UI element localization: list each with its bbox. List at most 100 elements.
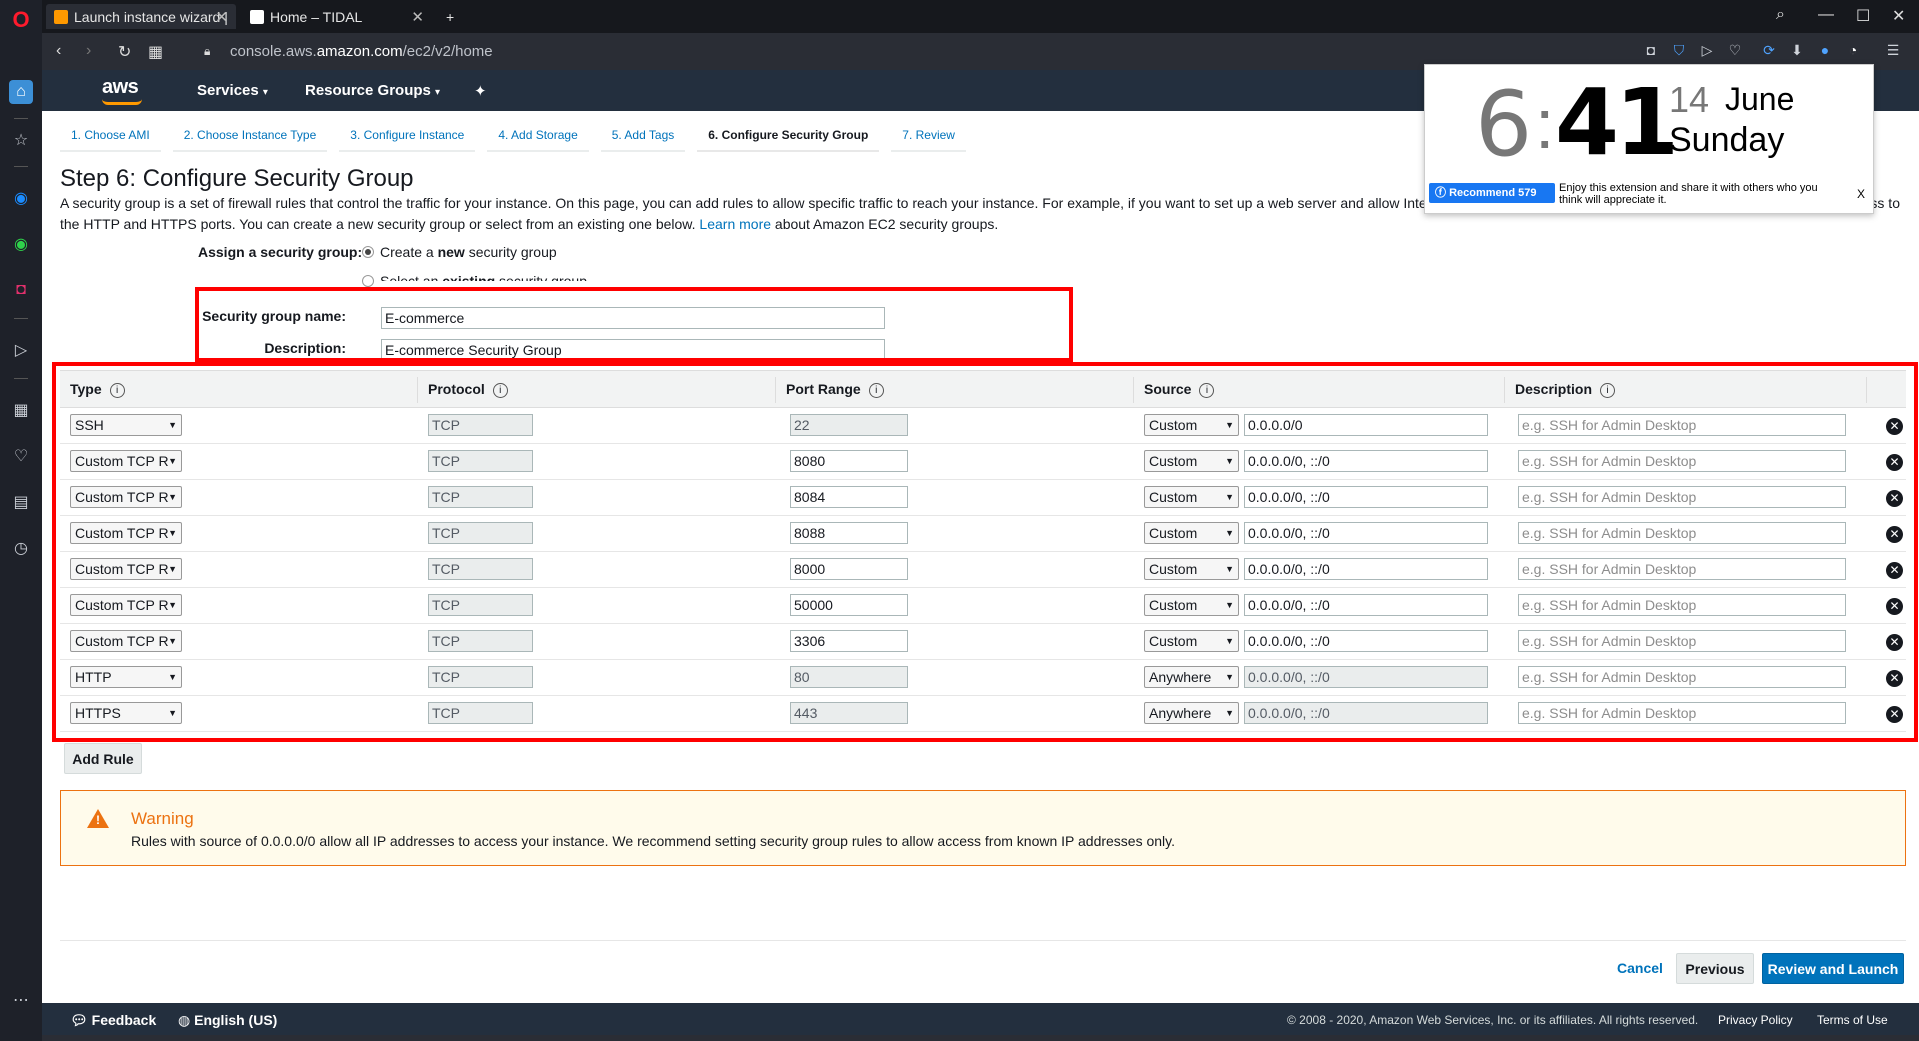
- shield-icon[interactable]: ⛉: [1670, 42, 1688, 60]
- step-configure-security-group[interactable]: 6. Configure Security Group: [697, 122, 880, 152]
- apps-icon[interactable]: ▦: [9, 398, 33, 422]
- browser-sidebar: O ⌂ ☆ ◉ ◉ ◘ ▷ ▦ ♡ ▤ ◷ ⋯: [0, 0, 42, 1041]
- actions-divider: [60, 940, 1906, 941]
- history-icon[interactable]: ◷: [9, 536, 33, 560]
- sidebar-divider: [14, 318, 28, 319]
- learn-more-link[interactable]: Learn more: [699, 216, 771, 232]
- tabs-grid-icon[interactable]: ▦: [148, 42, 163, 62]
- warning-alert: ! Warning Rules with source of 0.0.0.0/0…: [60, 790, 1906, 866]
- back-icon[interactable]: ‹: [56, 42, 61, 60]
- highlight-box-group: [195, 287, 1073, 362]
- home-icon[interactable]: ⌂: [9, 80, 33, 104]
- lock-icon: 🔒︎: [204, 44, 211, 58]
- telegram-icon[interactable]: ●: [1816, 42, 1834, 60]
- url-path: /ec2/v2/home: [402, 43, 493, 60]
- language-selector[interactable]: ◍ English (US): [178, 1012, 277, 1029]
- news-icon[interactable]: ▤: [9, 490, 33, 514]
- opera-logo-icon[interactable]: O: [9, 7, 33, 32]
- privacy-policy-link[interactable]: Privacy Policy: [1718, 1013, 1793, 1027]
- tab-title: Home – TIDAL: [270, 8, 363, 25]
- assign-security-group-label: Assign a security group:: [198, 244, 363, 260]
- clock-month: June: [1725, 81, 1795, 117]
- step-add-tags[interactable]: 5. Add Tags: [600, 122, 686, 152]
- warning-icon: !: [87, 809, 109, 828]
- highlight-box-rules: [52, 362, 1918, 742]
- extension-promo-text: Enjoy this extension and share it with o…: [1559, 182, 1818, 206]
- close-tab-icon[interactable]: ✕: [411, 8, 424, 26]
- minimize-icon[interactable]: —: [1818, 6, 1834, 24]
- chevron-down-icon: ▾: [435, 87, 441, 98]
- clock-extension-icon[interactable]: ◔: [1844, 42, 1862, 60]
- warning-title: Warning: [131, 809, 194, 828]
- clock-extension-popup: 6 : 41 14 June Sunday ⓕ Recommend 579 En…: [1424, 64, 1874, 214]
- intro-line-3: about Amazon EC2 security groups.: [774, 216, 999, 232]
- copyright-text: © 2008 - 2020, Amazon Web Services, Inc.…: [1287, 1013, 1699, 1027]
- feedback-label: Feedback: [91, 1012, 157, 1028]
- services-menu[interactable]: Services ▾: [197, 82, 268, 99]
- heart-icon[interactable]: ♡: [9, 444, 33, 468]
- clock-weekday: Sunday: [1669, 121, 1785, 159]
- reload-icon[interactable]: ↻: [118, 42, 131, 62]
- radio-create-new[interactable]: [362, 246, 374, 258]
- terms-of-use-link[interactable]: Terms of Use: [1817, 1013, 1888, 1027]
- more-icon[interactable]: ⋯: [9, 988, 33, 1012]
- step-add-storage[interactable]: 4. Add Storage: [487, 122, 589, 152]
- pin-icon[interactable]: ✦: [474, 82, 487, 100]
- search-tabs-icon[interactable]: ⌕: [1776, 6, 1785, 24]
- services-label: Services: [197, 82, 259, 99]
- cancel-button[interactable]: Cancel: [1610, 953, 1670, 984]
- step-choose-instance-type[interactable]: 2. Choose Instance Type: [172, 122, 328, 152]
- clock-minute: 41: [1555, 69, 1679, 176]
- maximize-icon[interactable]: ☐: [1856, 6, 1870, 26]
- intro-line-2: the HTTP and HTTPS ports. You can create…: [60, 216, 696, 232]
- recommend-label: Recommend 579: [1449, 187, 1537, 199]
- forward-icon[interactable]: ›: [86, 42, 91, 60]
- close-popup-icon[interactable]: X: [1857, 187, 1865, 201]
- aws-logo[interactable]: aws: [102, 76, 139, 99]
- download-icon[interactable]: ⬇: [1788, 42, 1806, 60]
- tidal-favicon-icon: [250, 9, 264, 24]
- tab-launch-instance[interactable]: Launch instance wizard | ✕: [46, 4, 236, 29]
- previous-button[interactable]: Previous: [1676, 953, 1754, 984]
- aws-smile-icon: [102, 99, 142, 105]
- sync-icon[interactable]: ⟳: [1760, 42, 1778, 60]
- intro-line-1-end: ss to: [1870, 195, 1900, 211]
- page-title: Step 6: Configure Security Group: [60, 165, 414, 192]
- close-tab-icon[interactable]: ✕: [215, 8, 228, 26]
- review-and-launch-button[interactable]: Review and Launch: [1762, 953, 1904, 984]
- sidebar-divider: [14, 166, 28, 167]
- menu-icon[interactable]: ☰: [1884, 42, 1902, 60]
- clock-colon: :: [1535, 85, 1555, 163]
- speech-bubble-icon: 💬︎: [70, 1012, 88, 1028]
- radio-create-new-label[interactable]: Create a new security group: [380, 244, 557, 260]
- aws-footer: 💬︎ Feedback ◍ English (US) © 2008 - 2020…: [42, 1003, 1919, 1035]
- step-configure-instance[interactable]: 3. Configure Instance: [339, 122, 476, 152]
- star-icon[interactable]: ☆: [9, 128, 33, 152]
- step-review[interactable]: 7. Review: [891, 122, 966, 152]
- chevron-down-icon: ▾: [262, 87, 268, 98]
- globe-icon: ◍: [178, 1012, 191, 1028]
- add-rule-button[interactable]: Add Rule: [64, 743, 142, 774]
- intro-line-1: A security group is a set of firewall ru…: [60, 195, 1427, 211]
- messenger-icon[interactable]: ◉: [9, 186, 33, 210]
- resource-groups-menu[interactable]: Resource Groups ▾: [305, 82, 440, 99]
- warning-text: Rules with source of 0.0.0.0/0 allow all…: [131, 833, 1176, 849]
- new-tab-button[interactable]: +: [438, 4, 468, 29]
- send-icon[interactable]: ▷: [1698, 42, 1716, 60]
- clock-day: 14: [1669, 79, 1710, 120]
- close-window-icon[interactable]: ✕: [1892, 6, 1905, 26]
- heart-icon[interactable]: ♡: [1726, 42, 1744, 60]
- instagram-icon[interactable]: ◘: [9, 278, 33, 302]
- tab-tidal[interactable]: Home – TIDAL ✕: [242, 4, 432, 29]
- facebook-recommend-button[interactable]: ⓕ Recommend 579: [1429, 183, 1555, 203]
- feedback-link[interactable]: 💬︎ Feedback: [70, 1012, 156, 1029]
- radio-select-existing[interactable]: [362, 275, 374, 287]
- step-choose-ami[interactable]: 1. Choose AMI: [60, 122, 161, 152]
- url-field[interactable]: console.aws.amazon.com/ec2/v2/home: [230, 43, 493, 60]
- radio-text: Create a: [380, 244, 438, 260]
- radio-text: security group: [464, 244, 557, 260]
- send-icon[interactable]: ▷: [9, 338, 33, 362]
- whatsapp-icon[interactable]: ◉: [9, 232, 33, 256]
- camera-icon[interactable]: ◘: [1642, 42, 1660, 60]
- aws-favicon-icon: [54, 9, 68, 24]
